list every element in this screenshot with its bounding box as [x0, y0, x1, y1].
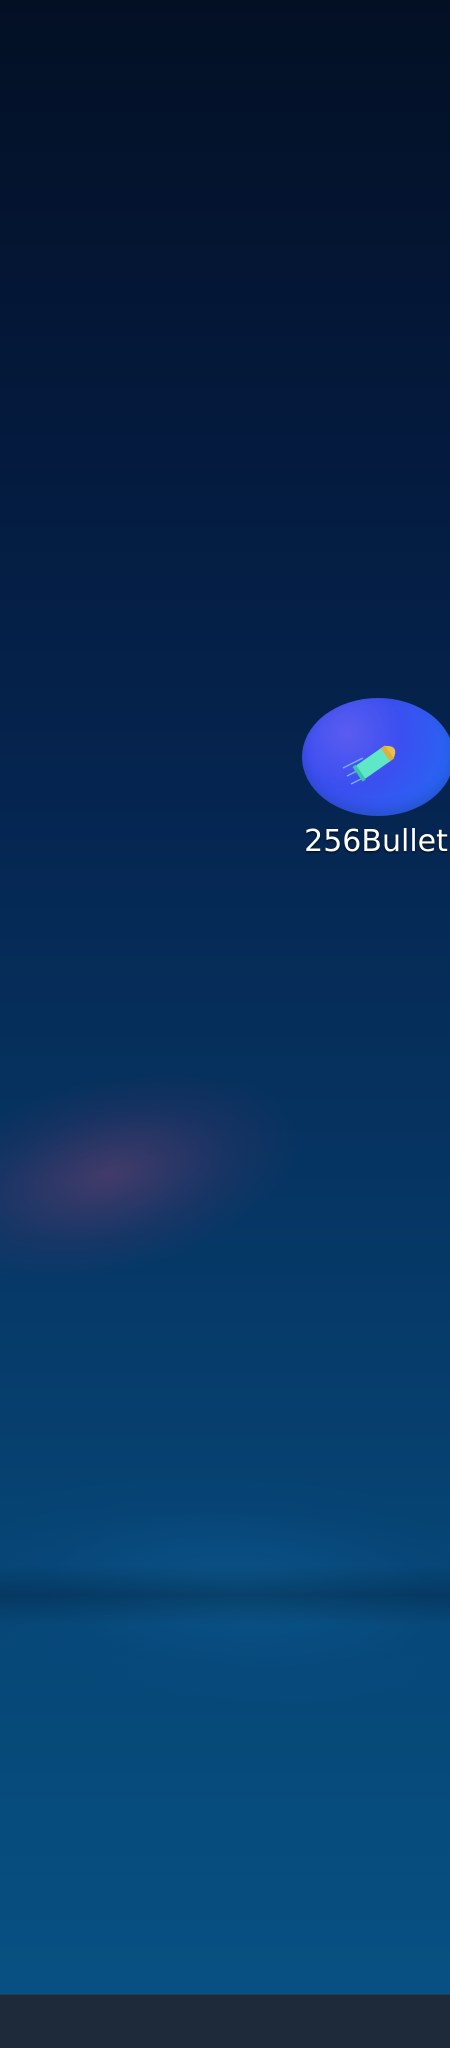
wallpaper-band [0, 1460, 450, 1720]
taskbar[interactable] [0, 1994, 450, 2048]
bullet-icon [342, 745, 396, 785]
wallpaper-shadow [0, 1565, 450, 1625]
wallpaper-glow [0, 1036, 318, 1314]
desktop-icon-256bullet[interactable]: 256Bullet [262, 692, 450, 872]
bullet-app-icon [302, 698, 450, 816]
desktop-icon-label: 256Bullet [304, 824, 448, 859]
